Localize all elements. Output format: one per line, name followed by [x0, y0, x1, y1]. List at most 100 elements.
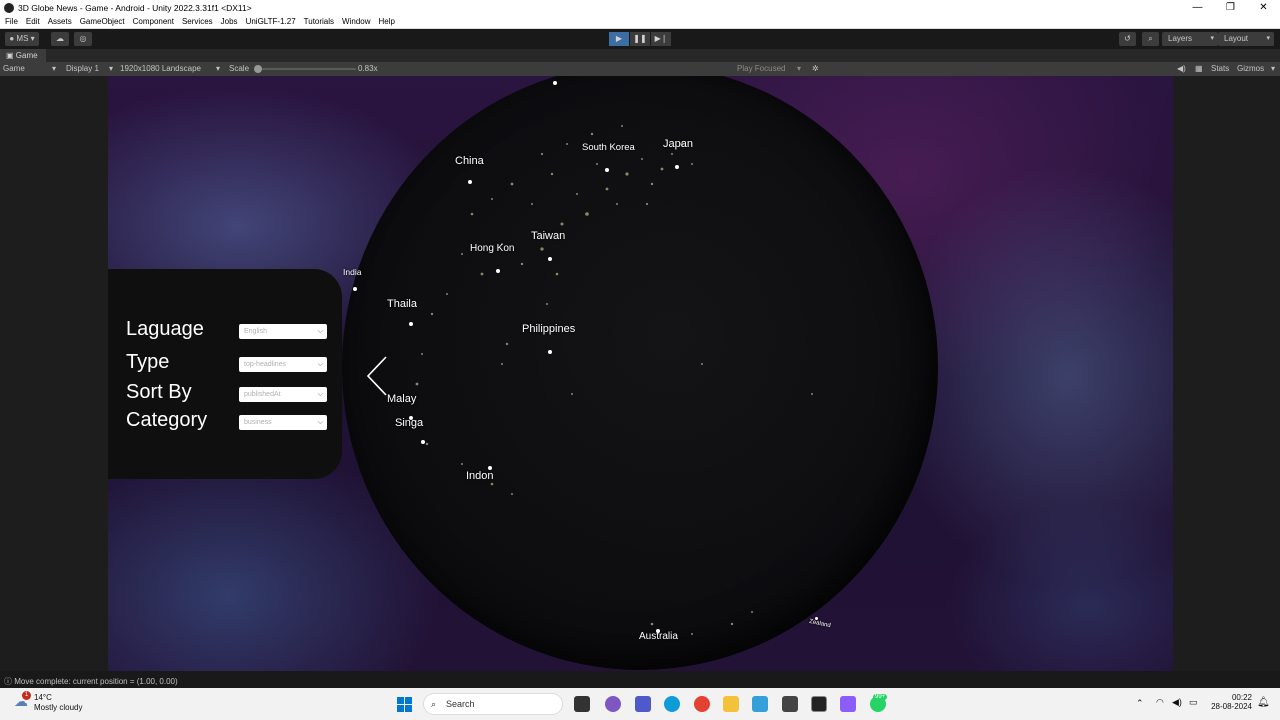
country-pin[interactable] [815, 617, 818, 620]
language-value: English [244, 328, 267, 335]
country-label-singapore[interactable]: Singa [395, 417, 423, 429]
volume-icon[interactable]: ◀) [1172, 697, 1182, 708]
country-pin[interactable] [656, 629, 660, 633]
chevron-down-icon: ⌵ [317, 391, 323, 398]
teams-icon[interactable] [635, 696, 651, 712]
type-value: top-headlines [244, 361, 287, 368]
mute-audio-icon[interactable]: ◀) [1177, 62, 1186, 76]
file-explorer-icon[interactable] [723, 696, 739, 712]
chevron-down-icon: ⌵ [317, 361, 323, 368]
menu-component[interactable]: Component [133, 17, 174, 26]
menu-assets[interactable]: Assets [48, 17, 72, 26]
city-lights [401, 125, 813, 635]
country-label-japan[interactable]: Japan [663, 138, 693, 150]
country-pin[interactable] [553, 81, 557, 85]
store-icon[interactable] [752, 696, 768, 712]
country-pin[interactable] [605, 168, 609, 172]
copilot-icon[interactable] [605, 696, 621, 712]
edge-icon[interactable] [664, 696, 680, 712]
country-label-south-korea[interactable]: South Korea [582, 142, 635, 153]
account-button[interactable]: ● MS ▾ [5, 32, 39, 46]
taskbar-search-input[interactable]: ⌕ Search [423, 693, 563, 715]
unity-hub-icon[interactable] [782, 696, 798, 712]
pause-button[interactable]: ❚❚ [630, 32, 650, 46]
bug-icon[interactable]: ✲ [812, 62, 819, 76]
task-view-icon[interactable] [574, 696, 590, 712]
cloud-icon[interactable]: ☁ [51, 32, 69, 46]
country-label-malaysia[interactable]: Malay [387, 393, 416, 405]
country-pin[interactable] [409, 322, 413, 326]
scale-slider[interactable] [256, 68, 356, 70]
battery-icon[interactable]: ▭ [1189, 697, 1198, 708]
menu-tutorials[interactable]: Tutorials [304, 17, 334, 26]
category-select[interactable]: business ⌵ [239, 415, 327, 430]
menu-edit[interactable]: Edit [26, 17, 40, 26]
maximize-button[interactable]: ❐ [1214, 0, 1247, 15]
resolution-dropdown[interactable]: 1920x1080 Landscape [120, 62, 201, 76]
visual-studio-icon[interactable] [840, 696, 856, 712]
menu-gameobject[interactable]: GameObject [80, 17, 125, 26]
wifi-icon[interactable]: ◠ [1156, 697, 1164, 708]
status-message: Move complete: current position = (1.00,… [14, 677, 178, 686]
scale-slider-handle[interactable] [254, 65, 262, 73]
language-select[interactable]: English ⌵ [239, 324, 327, 339]
menu-jobs[interactable]: Jobs [221, 17, 238, 26]
stats-button[interactable]: Stats [1211, 62, 1229, 76]
system-clock[interactable]: 00:22 28-08-2024 [1202, 693, 1252, 711]
display-dropdown[interactable]: Display 1 [66, 62, 99, 76]
country-label-thailand[interactable]: Thaila [387, 298, 417, 310]
menu-help[interactable]: Help [379, 17, 395, 26]
windows-start-icon[interactable] [397, 697, 412, 712]
game-mode-dropdown[interactable]: Game [3, 62, 25, 76]
notification-bell-icon[interactable]: 🔔︎ [1257, 697, 1270, 708]
country-pin[interactable] [675, 165, 679, 169]
country-label-hong-kong[interactable]: Hong Kon [470, 243, 514, 254]
country-label-india[interactable]: India [343, 267, 361, 277]
country-pin[interactable] [548, 350, 552, 354]
country-pin[interactable] [548, 257, 552, 261]
menu-window[interactable]: Window [342, 17, 370, 26]
history-icon[interactable]: ↺ [1119, 32, 1136, 46]
game-viewport[interactable]: Laguage English ⌵ Type top-headlines ⌵ Sor… [108, 76, 1173, 671]
gizmos-button[interactable]: Gizmos [1237, 62, 1264, 76]
menu-bar: File Edit Assets GameObject Component Se… [0, 15, 1280, 29]
country-pin[interactable] [496, 269, 500, 273]
tab-game[interactable]: ▣ Game [0, 49, 46, 62]
layers-dropdown[interactable]: Layers ▾ [1162, 32, 1218, 46]
country-label-indonesia[interactable]: Indon [466, 470, 494, 482]
country-label-china[interactable]: China [455, 155, 484, 167]
search-icon[interactable]: ⌕ [1142, 32, 1159, 46]
layout-dropdown[interactable]: Layout ▾ [1218, 32, 1274, 46]
menu-file[interactable]: File [5, 17, 18, 26]
chrome-icon[interactable] [694, 696, 710, 712]
step-button[interactable]: ▶❘ [651, 32, 671, 46]
window-title: 3D Globe News - Game - Android - Unity 2… [18, 2, 252, 13]
weather-widget[interactable]: ☁ 14°C Mostly cloudy 1 [14, 691, 82, 712]
sort-by-select[interactable]: publishedAt ⌵ [239, 387, 327, 402]
country-pin[interactable] [488, 466, 492, 470]
chevron-down-icon: ▾ [1271, 64, 1276, 73]
type-select[interactable]: top-headlines ⌵ [239, 357, 327, 372]
play-focused-dropdown[interactable]: Play Focused [737, 62, 785, 76]
country-label-taiwan[interactable]: Taiwan [531, 230, 565, 242]
country-pin[interactable] [468, 180, 472, 184]
layers-label: Layers [1168, 34, 1193, 43]
sort-by-label: Sort By [126, 381, 192, 403]
menu-uniglf[interactable]: UniGLTF-1.27 [246, 17, 296, 26]
chevron-down-icon: ⌵ [317, 419, 323, 426]
country-pin[interactable] [421, 440, 425, 444]
unity-editor-icon[interactable] [811, 696, 827, 712]
play-button[interactable]: ▶ [609, 32, 629, 46]
minimize-button[interactable]: — [1181, 0, 1214, 15]
menu-services[interactable]: Services [182, 17, 213, 26]
country-pin[interactable] [353, 287, 357, 291]
search-placeholder: Search [446, 699, 475, 709]
chevron-down-icon: ▾ [1266, 35, 1270, 42]
earth-globe[interactable] [342, 76, 938, 670]
grid-icon[interactable]: ▦ [1195, 62, 1203, 76]
country-label-philippines[interactable]: Philippines [522, 323, 575, 335]
windows-taskbar: ☁ 14°C Mostly cloudy 1 ⌕ Search 99+ ⌃ ◠ … [0, 688, 1280, 720]
chevron-up-icon[interactable]: ⌃ [1136, 698, 1144, 709]
close-button[interactable]: ✕ [1247, 0, 1280, 15]
collab-icon[interactable]: ◎ [74, 32, 92, 46]
